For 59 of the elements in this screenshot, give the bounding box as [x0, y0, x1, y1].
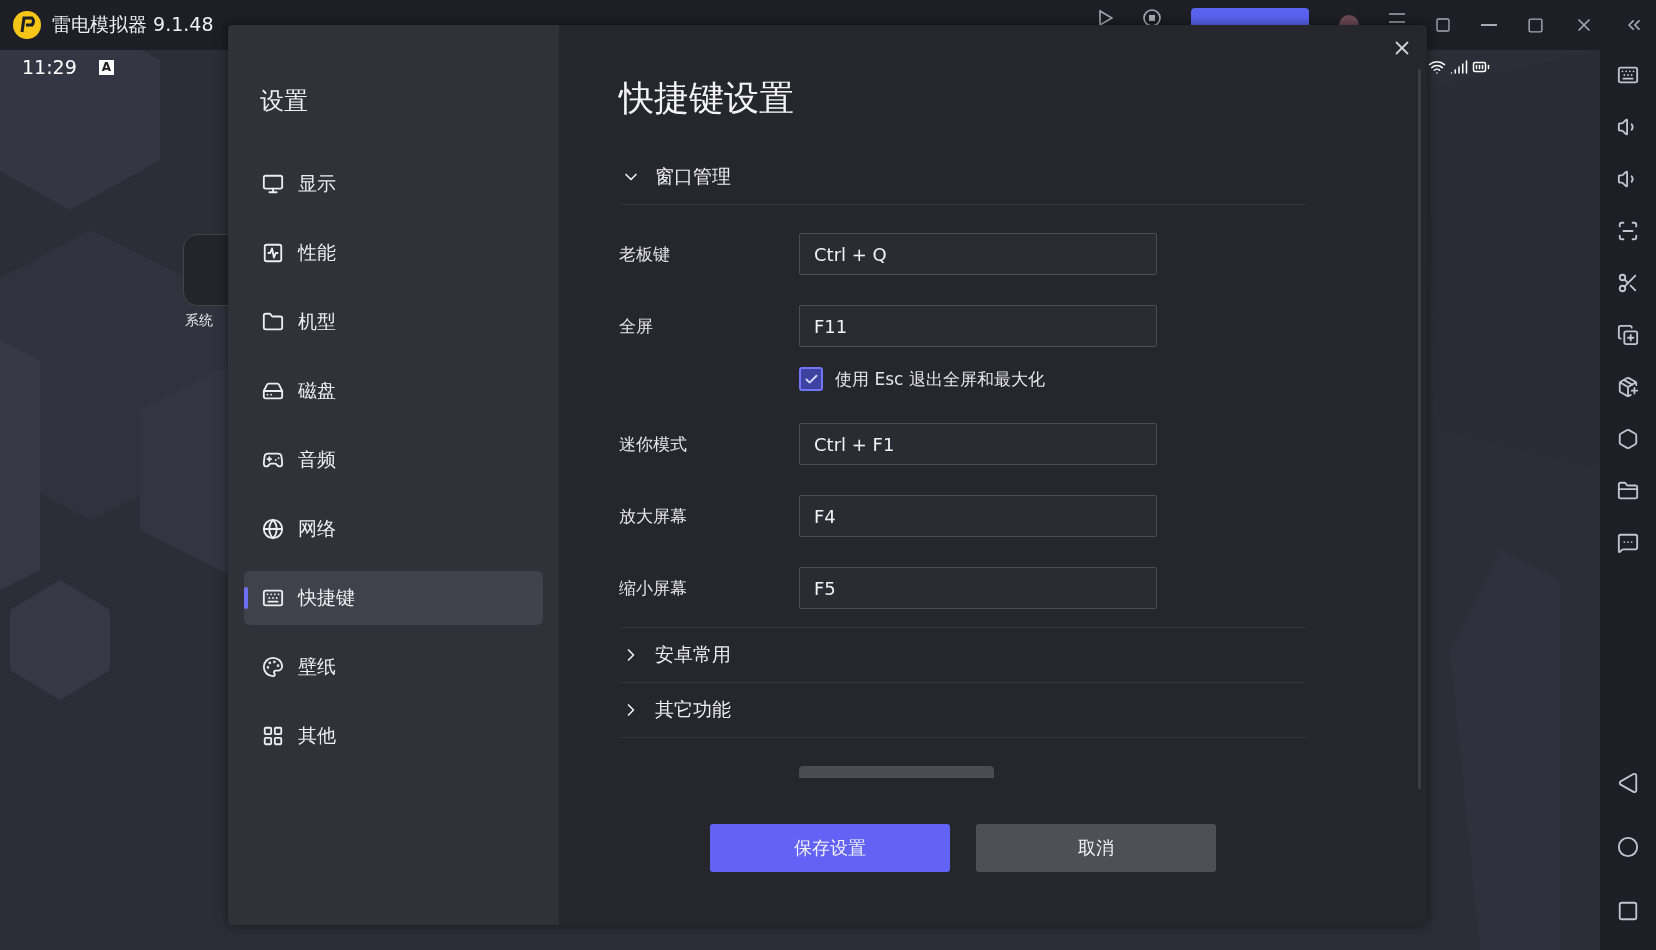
palette-icon: [262, 656, 284, 678]
stop-icon: [1143, 9, 1161, 27]
wifi-icon: [1428, 58, 1446, 76]
folder-icon: [1617, 480, 1639, 502]
play-icon: [1099, 10, 1113, 26]
cancel-button[interactable]: 取消: [976, 824, 1216, 872]
minimize-icon: [1481, 24, 1497, 26]
section-header[interactable]: 安卓常用: [619, 628, 1307, 683]
app-logo-icon: [12, 10, 42, 40]
settings-title: 设置: [259, 86, 309, 117]
monitor-icon: [262, 173, 284, 195]
shortcut-field[interactable]: F4: [799, 495, 1157, 537]
shortcut-field[interactable]: F11: [799, 305, 1157, 347]
maximize-icon: [1527, 16, 1544, 34]
scissors-icon: [1617, 272, 1639, 294]
nav-item[interactable]: 其他: [244, 709, 543, 763]
nav-item[interactable]: 机型: [244, 295, 543, 349]
shortcut-label: 老板键: [619, 242, 671, 266]
grid-icon: [262, 725, 284, 747]
folder-label: 系统: [185, 312, 213, 330]
nav-item[interactable]: 磁盘: [244, 364, 543, 418]
signal-icon: [1450, 58, 1468, 76]
section-header[interactable]: 窗口管理: [619, 150, 1307, 205]
back-icon: [1617, 772, 1639, 794]
shortcut-label: 放大屏幕: [619, 504, 688, 528]
shortcut-field[interactable]: Ctrl + Q: [799, 233, 1157, 275]
nav-item[interactable]: 壁纸: [244, 640, 543, 694]
add-window-icon: [1617, 324, 1639, 346]
shortcut-label: 全屏: [619, 314, 654, 338]
nav-item[interactable]: 性能: [244, 226, 543, 280]
shortcut-label: 迷你模式: [619, 432, 688, 456]
menu-icon: [1389, 13, 1405, 23]
panel-title: 快捷键设置: [619, 77, 795, 120]
shortcut-field[interactable]: Ctrl + F1: [799, 423, 1157, 465]
recents-icon: [1617, 900, 1639, 922]
nav-item[interactable]: 网络: [244, 502, 543, 556]
section-header[interactable]: 其它功能: [619, 683, 1307, 738]
pulse-icon: [262, 242, 284, 264]
restore-icon: [1435, 17, 1451, 33]
nav-item[interactable]: 快捷键: [244, 571, 543, 625]
keyboard-icon: [262, 587, 284, 609]
clock: 11:29: [22, 56, 77, 78]
checkbox[interactable]: [799, 367, 823, 391]
save-button[interactable]: 保存设置: [710, 824, 950, 872]
home-icon: [1617, 836, 1639, 858]
folder-icon: [262, 311, 284, 333]
shortcut-field[interactable]: F5: [799, 567, 1157, 609]
app-title: 雷电模拟器 9.1.48: [52, 12, 214, 37]
globe-icon: [262, 518, 284, 540]
screen-capture-icon: [1617, 220, 1639, 242]
more-icon: [1617, 532, 1639, 554]
nav-item[interactable]: 音频: [244, 433, 543, 487]
shortcut-label: 缩小屏幕: [619, 576, 688, 600]
checkbox-label: 使用 Esc 退出全屏和最大化: [835, 367, 1045, 391]
hexagon-icon: [1617, 428, 1639, 450]
keyboard-icon: [1617, 64, 1639, 86]
apk-install-icon: [1617, 376, 1639, 398]
shortcut-field[interactable]: [799, 766, 994, 778]
nav-item[interactable]: 显示: [244, 157, 543, 211]
